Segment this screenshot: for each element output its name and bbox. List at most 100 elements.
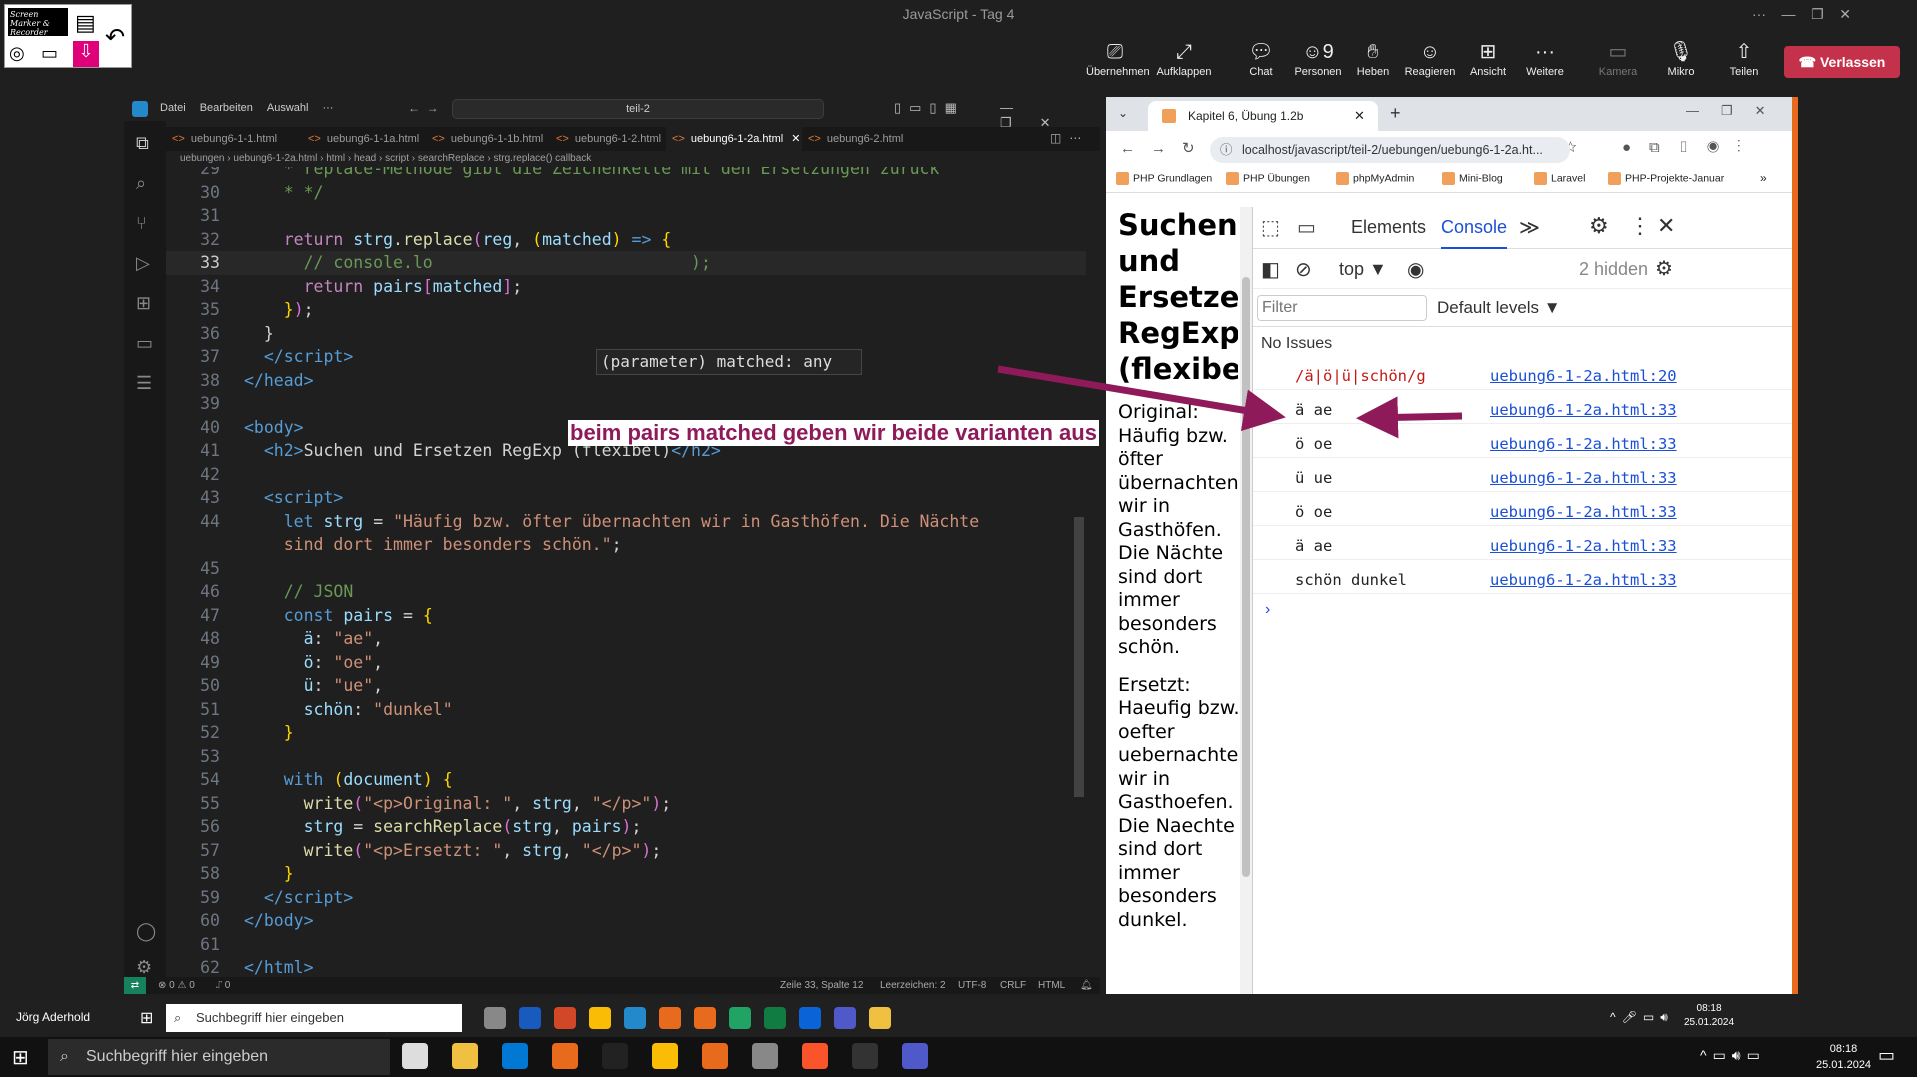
mikro-button[interactable]: 🎙︎ Mikro xyxy=(1652,40,1710,84)
kamera-button[interactable]: ▭ Kamera xyxy=(1589,40,1647,84)
eye-icon[interactable]: ◉ xyxy=(1407,257,1424,282)
command-center-search[interactable]: teil-2 xyxy=(452,99,824,119)
taskbar-app-icon[interactable] xyxy=(702,1043,728,1069)
clock[interactable]: 08:18 25.01.2024 xyxy=(1684,1002,1734,1030)
context-selector[interactable]: top ▼ xyxy=(1339,259,1387,280)
code-editor[interactable]: 29 * replace-Methode gibt die Zeichenket… xyxy=(166,167,1100,977)
teilen-button[interactable]: ⇧ Teilen xyxy=(1715,40,1773,84)
outer-taskbar-search[interactable]: ⌕ Suchbegriff hier eingeben xyxy=(48,1039,390,1075)
bookmark-item[interactable]: Laravel xyxy=(1534,172,1585,185)
tab-console[interactable]: Console xyxy=(1441,217,1508,249)
taskbar-app-icon[interactable] xyxy=(902,1043,928,1069)
editor-tab[interactable]: <> uebung6-1-1a.html xyxy=(302,127,426,151)
taskbar-app-icon[interactable] xyxy=(834,1007,856,1029)
taskbar-app-icon[interactable] xyxy=(694,1007,716,1029)
browser-window-controls[interactable]: —❐✕ xyxy=(1686,103,1788,119)
console-source-link[interactable]: uebung6-1-2a.html:20 xyxy=(1490,362,1677,390)
encoding[interactable]: UTF-8 xyxy=(958,977,986,994)
editor-tab[interactable]: <> uebung6-1-1b.html xyxy=(426,127,550,151)
console-source-link[interactable]: uebung6-1-2a.html:33 xyxy=(1490,566,1677,594)
bookmark-item[interactable]: PHP Grundlagen xyxy=(1116,172,1212,185)
tab-elements[interactable]: Elements xyxy=(1351,217,1426,238)
console-prompt-icon[interactable]: › xyxy=(1265,601,1270,619)
bookmark-item[interactable]: phpMyAdmin xyxy=(1336,172,1414,185)
taskbar-app-icon[interactable] xyxy=(752,1043,778,1069)
nav-arrows-icon[interactable]: ← → xyxy=(408,101,439,115)
menu-2[interactable]: Auswahl xyxy=(267,102,309,114)
language-mode[interactable]: HTML xyxy=(1038,977,1065,994)
start-icon[interactable]: ⊞ xyxy=(140,1008,153,1028)
extension-icons[interactable]: ●⧉▯◉⋮ xyxy=(1622,139,1759,156)
folder-icon[interactable]: ▭ xyxy=(136,333,153,354)
close-tab-icon[interactable]: ✕ xyxy=(791,133,800,145)
monitor-icon[interactable]: ▭ xyxy=(41,43,58,64)
tray-icons[interactable]: ^🎤︎▭🔊︎ xyxy=(1610,1010,1674,1025)
übernehmen-button[interactable]: ⎚ Übernehmen xyxy=(1086,40,1150,84)
taskbar-search[interactable]: ⌕ Suchbegriff hier eingeben xyxy=(166,1004,462,1032)
taskbar-app-icon[interactable] xyxy=(602,1043,628,1069)
editor-tab[interactable]: <> uebung6-1-1.html xyxy=(166,127,302,151)
taskbar-app-icon[interactable] xyxy=(402,1043,428,1069)
editor-tab[interactable]: <> uebung6-1-2a.html ✕ xyxy=(666,127,802,151)
address-bar[interactable]: ⓘ localhost/javascript/teil-2/uebungen/u… xyxy=(1210,137,1570,163)
taskbar-app-icon[interactable] xyxy=(552,1043,578,1069)
hide-icon[interactable]: ◎ xyxy=(9,43,25,64)
remote-explorer-icon[interactable]: ☰ xyxy=(136,373,152,394)
more-tabs-icon[interactable]: ≫ xyxy=(1519,215,1540,240)
screen-marker-widget[interactable]: Screen Marker & Recorder ▤ ↶ ◎ ▭ ⇩ xyxy=(4,4,132,68)
bookmark-item[interactable]: Mini-Blog xyxy=(1442,172,1503,185)
cursor-position[interactable]: Zeile 33, Spalte 12 xyxy=(780,977,863,994)
source-control-icon[interactable]: ⑂ xyxy=(136,213,147,234)
sidebar-icon[interactable]: ◧ xyxy=(1261,257,1280,282)
menu-1[interactable]: Bearbeiten xyxy=(200,102,253,114)
menu-0[interactable]: Datei xyxy=(160,102,186,114)
document-icon[interactable]: ▤ xyxy=(75,10,96,36)
new-tab-icon[interactable]: + xyxy=(1390,103,1401,124)
eol[interactable]: CRLF xyxy=(1000,977,1026,994)
taskbar-app-icon[interactable] xyxy=(519,1007,541,1029)
problems-status[interactable]: ⊗ 0 ⚠ 0 xyxy=(158,977,195,994)
console-source-link[interactable]: uebung6-1-2a.html:33 xyxy=(1490,430,1677,458)
bookmark-item[interactable]: PHP Übungen xyxy=(1226,172,1310,185)
console-source-link[interactable]: uebung6-1-2a.html:33 xyxy=(1490,532,1677,560)
account-icon[interactable]: ◯ xyxy=(136,921,156,942)
more-bookmarks-icon[interactable]: » xyxy=(1760,171,1767,185)
bell-icon[interactable]: 🔔︎ xyxy=(1080,977,1093,994)
nav-buttons-icon[interactable]: ←→↻ xyxy=(1120,139,1211,157)
inspect-icon[interactable]: ⬚ xyxy=(1261,215,1280,240)
device-toolbar-icon[interactable]: ▭ xyxy=(1297,215,1316,240)
search-icon[interactable]: ⌕ xyxy=(136,173,146,194)
console-source-link[interactable]: uebung6-1-2a.html:33 xyxy=(1490,498,1677,526)
close-tab-icon[interactable]: ✕ xyxy=(1354,101,1365,131)
editor-scrollbar[interactable] xyxy=(1074,517,1084,797)
ansicht-button[interactable]: ⊞ Ansicht xyxy=(1459,40,1517,84)
leave-button[interactable]: ☎ Verlassen xyxy=(1784,46,1900,78)
gear-icon[interactable]: ⚙ xyxy=(136,957,152,978)
run-debug-icon[interactable]: ▷ xyxy=(136,253,150,274)
window-controls[interactable]: ··· — ❐ ✕ xyxy=(1752,6,1851,23)
console-source-link[interactable]: uebung6-1-2a.html:33 xyxy=(1490,464,1677,492)
explorer-icon[interactable]: ⧉ xyxy=(136,133,149,154)
page-scrollbar[interactable] xyxy=(1240,207,1252,994)
menu-3[interactable]: ··· xyxy=(322,102,333,114)
taskbar-app-icon[interactable] xyxy=(589,1007,611,1029)
taskbar-app-icon[interactable] xyxy=(869,1007,891,1029)
close-devtools-icon[interactable]: ✕ xyxy=(1657,213,1675,239)
split-editor-icon[interactable]: ◫⋯ xyxy=(1050,131,1089,145)
aufklappen-button[interactable]: ⤢ Aufklappen xyxy=(1155,40,1213,84)
taskbar-app-icon[interactable] xyxy=(852,1043,878,1069)
editor-tab[interactable]: <> uebung6-1-2.html xyxy=(550,127,666,151)
reagieren-button[interactable]: ☺ Reagieren xyxy=(1401,40,1459,84)
taskbar-app-icon[interactable] xyxy=(452,1043,478,1069)
browser-tab[interactable]: Kapitel 6, Übung 1.2b ✕ xyxy=(1148,101,1378,131)
weitere-button[interactable]: ··· Weitere xyxy=(1516,40,1574,84)
ports-status[interactable]: ⑀ 0 xyxy=(216,977,230,994)
editor-tab[interactable]: <> uebung6-2.html xyxy=(802,127,922,151)
taskbar-app-icon[interactable] xyxy=(799,1007,821,1029)
outer-clock[interactable]: 08:18 25.01.2024 xyxy=(1816,1041,1871,1073)
taskbar-app-icon[interactable] xyxy=(624,1007,646,1029)
undo-icon[interactable]: ↶ xyxy=(105,23,125,52)
download-icon[interactable]: ⇩ xyxy=(73,41,99,67)
extensions-icon[interactable]: ⊞ xyxy=(136,293,151,314)
log-levels-dropdown[interactable]: Default levels ▼ xyxy=(1437,298,1561,318)
